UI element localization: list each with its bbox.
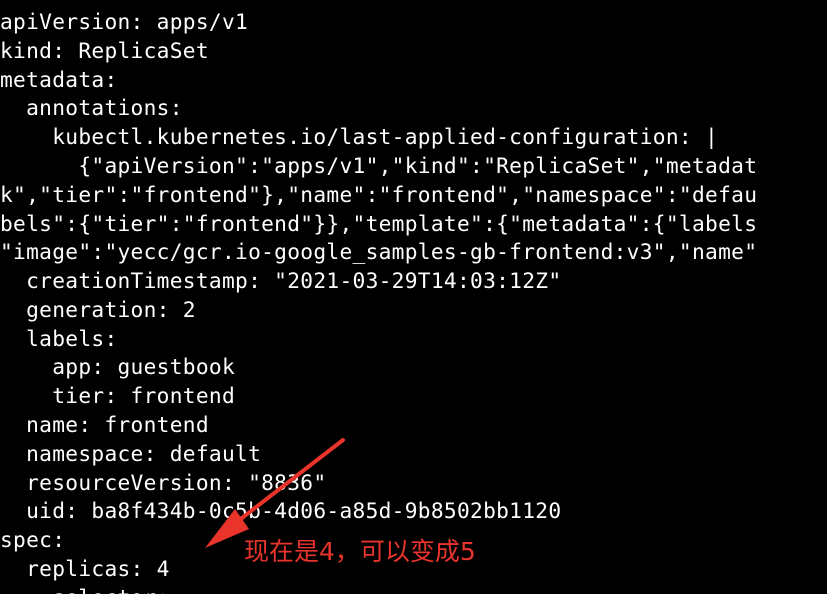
terminal-line: "image":"yecc/gcr.io-google_samples-gb-f… — [0, 239, 758, 264]
terminal-line: app: guestbook — [0, 354, 236, 379]
terminal-line: {"apiVersion":"apps/v1","kind":"ReplicaS… — [0, 153, 758, 178]
terminal-line: annotations: — [0, 95, 183, 120]
terminal-line: creationTimestamp: "2021-03-29T14:03:12Z… — [0, 268, 562, 293]
terminal-output: " apiVersion: apps/v1 kind: ReplicaSet m… — [0, 0, 827, 594]
terminal-line: selector: — [0, 584, 170, 594]
screenshot-view: " apiVersion: apps/v1 kind: ReplicaSet m… — [0, 0, 827, 594]
terminal-line: apiVersion: apps/v1 — [0, 9, 249, 34]
terminal-line: uid: ba8f434b-0c5b-4d06-a85d-9b8502bb112… — [0, 498, 562, 523]
annotation-note: 现在是4，可以变成5 — [244, 537, 476, 566]
terminal-line: resourceVersion: "8836" — [0, 470, 327, 495]
terminal-line: bels":{"tier":"frontend"}},"template":{"… — [0, 211, 758, 236]
terminal-line: generation: 2 — [0, 297, 196, 322]
terminal-line: replicas: 4 — [0, 556, 170, 581]
terminal-line: kubectl.kubernetes.io/last-applied-confi… — [0, 124, 719, 149]
terminal-line: tier: frontend — [0, 383, 236, 408]
terminal-line: namespace: default — [0, 441, 262, 466]
terminal-line: metadata: — [0, 67, 118, 92]
terminal-line: kind: ReplicaSet — [0, 38, 209, 63]
terminal-line: k","tier":"frontend"},"name":"frontend",… — [0, 182, 758, 207]
terminal-line: name: frontend — [0, 412, 209, 437]
terminal-line: labels: — [0, 326, 118, 351]
terminal-line: spec: — [0, 527, 66, 552]
